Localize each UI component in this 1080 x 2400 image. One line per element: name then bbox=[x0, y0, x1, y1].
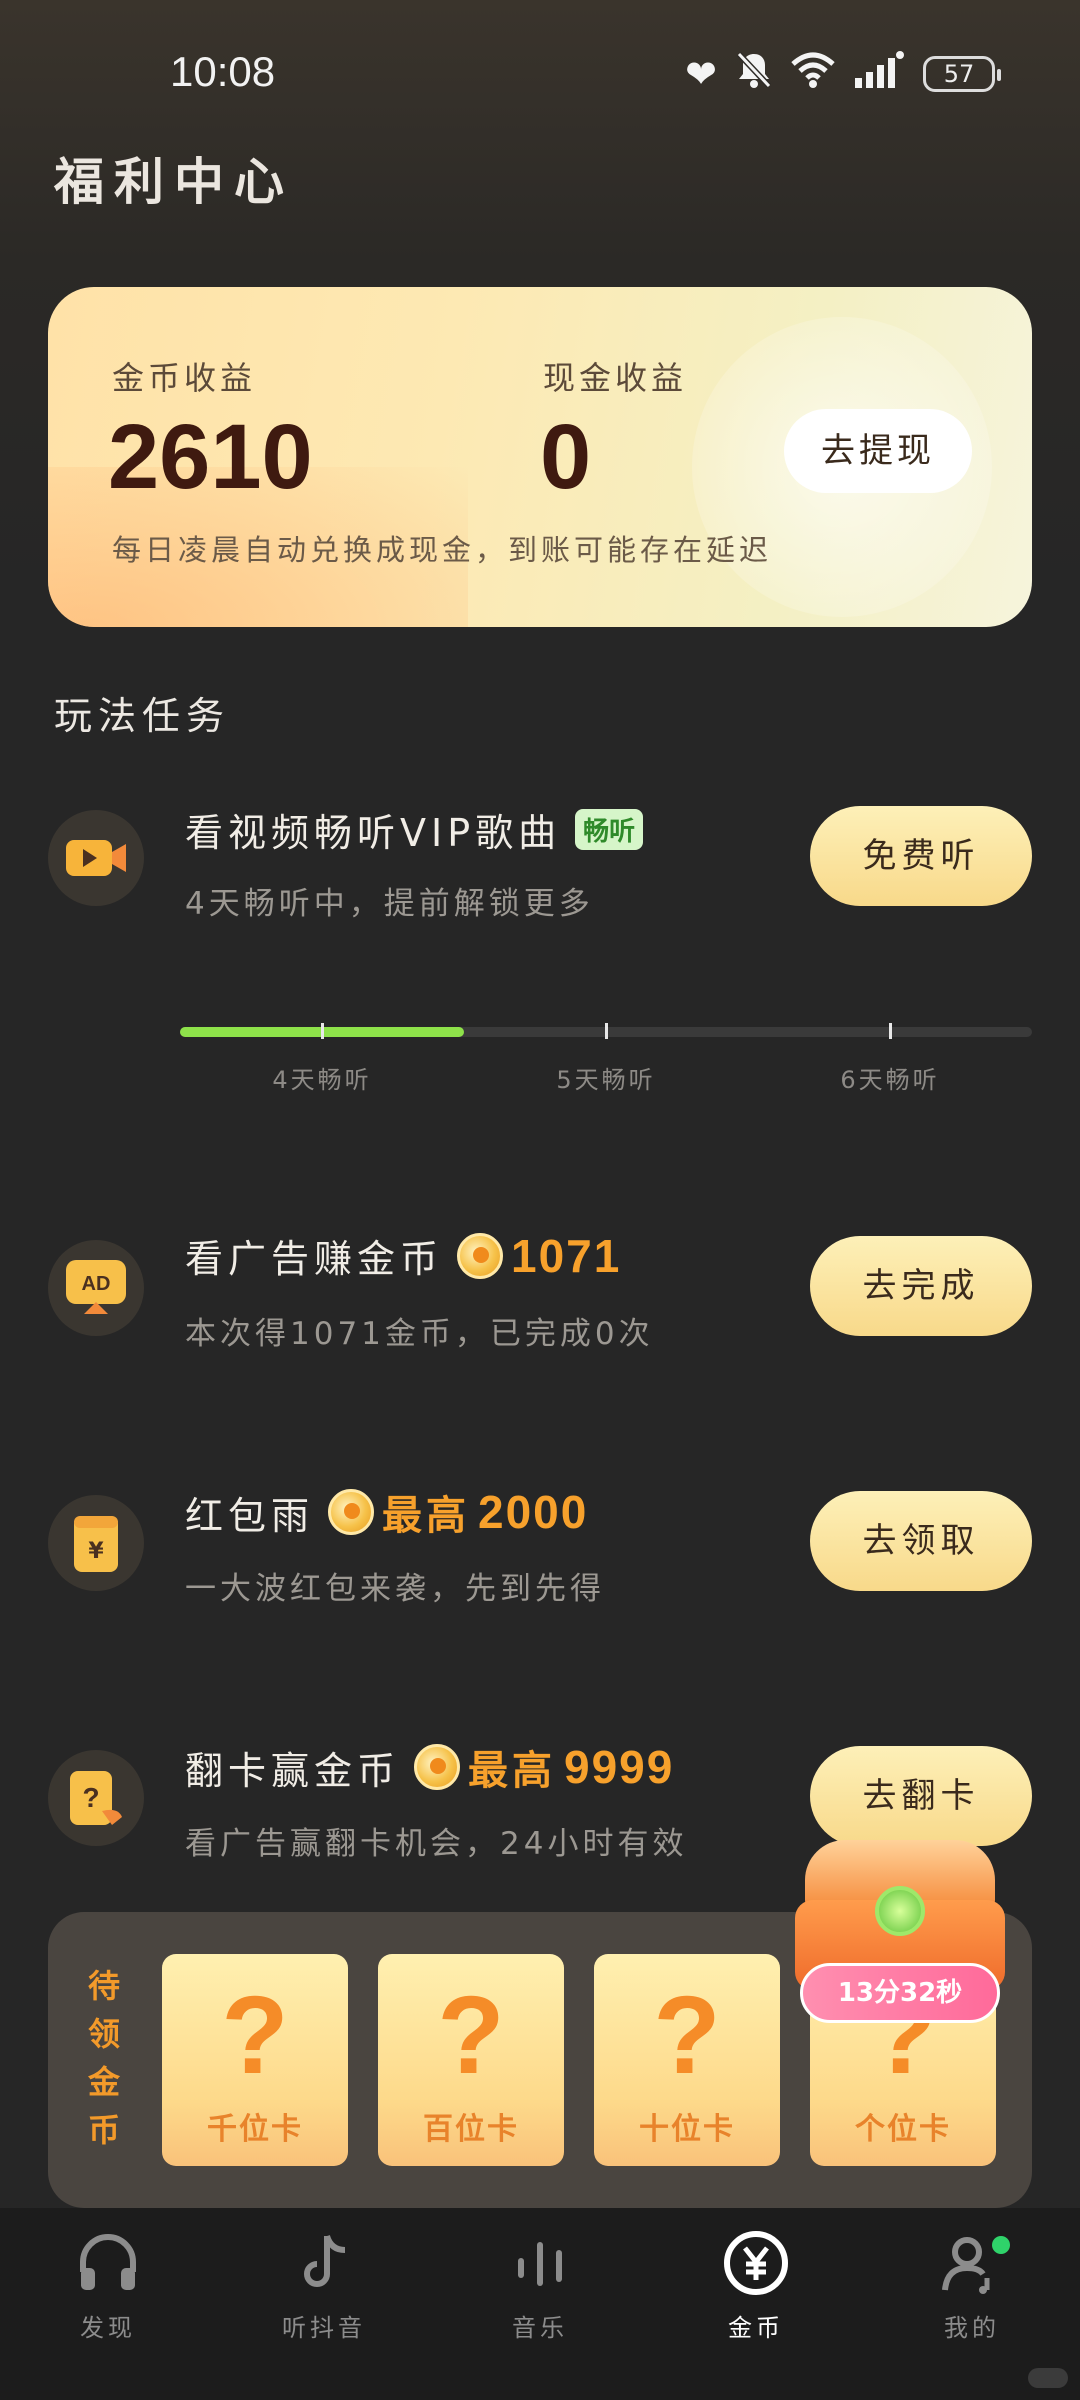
battery-indicator: 57 bbox=[923, 55, 1001, 92]
card-label: 个位卡 bbox=[855, 2112, 951, 2147]
notification-dot bbox=[992, 2236, 1010, 2254]
task-subtitle: 看广告赢翻卡机会，24小时有效 bbox=[185, 1826, 688, 1862]
svg-text:AD: AD bbox=[82, 1273, 111, 1295]
svg-text:?: ? bbox=[82, 1782, 99, 1813]
question-mark-icon: ? bbox=[653, 1974, 721, 2097]
exchange-note: 每日凌晨自动兑换成现金，到账可能存在延迟 bbox=[112, 533, 773, 567]
heart-icon: ❤ bbox=[685, 51, 717, 96]
page-title: 福利中心 bbox=[54, 153, 294, 211]
nav-coins[interactable]: 金币 bbox=[648, 2228, 864, 2343]
coin-earnings-value: 2610 bbox=[108, 406, 313, 508]
task-title: 红包雨 bbox=[185, 1493, 315, 1538]
red-envelope-icon: ¥ bbox=[48, 1495, 144, 1591]
ad-icon: AD bbox=[48, 1240, 144, 1336]
video-play-icon bbox=[48, 810, 144, 906]
nav-discover[interactable]: 发现 bbox=[0, 2228, 216, 2343]
task-subtitle: 一大波红包来袭，先到先得 bbox=[185, 1571, 605, 1607]
pending-coins-label: 待领金币 bbox=[87, 1967, 120, 2149]
card-hundreds[interactable]: ? 百位卡 bbox=[378, 1954, 564, 2166]
listen-progress-bar bbox=[180, 1023, 1032, 1039]
complete-button[interactable]: 去完成 bbox=[810, 1236, 1032, 1336]
task-reward: 1071 bbox=[511, 1229, 622, 1282]
nav-music[interactable]: 音乐 bbox=[432, 2228, 648, 2343]
nav-profile[interactable]: 我的 bbox=[864, 2228, 1080, 2343]
tasks-section-title: 玩法任务 bbox=[54, 694, 231, 738]
progress-label-4: 4天畅听 bbox=[272, 1066, 372, 1094]
question-mark-icon: ? bbox=[221, 1974, 289, 2097]
card-label: 千位卡 bbox=[207, 2112, 303, 2147]
headphones-icon bbox=[80, 2234, 136, 2290]
tiktok-icon bbox=[304, 2235, 346, 2287]
status-time: 10:08 bbox=[170, 48, 276, 95]
question-mark-icon: ? bbox=[437, 1974, 505, 2097]
flip-card-button[interactable]: 去翻卡 bbox=[810, 1746, 1032, 1846]
bell-muted-icon bbox=[735, 50, 773, 97]
chest-countdown-timer: 13分32秒 bbox=[800, 1963, 1000, 2023]
cash-earnings-value: 0 bbox=[540, 406, 592, 508]
earnings-card: 金币收益 现金收益 2610 0 去提现 每日凌晨自动兑换成现金，到账可能存在延… bbox=[48, 287, 1032, 627]
svg-text:¥: ¥ bbox=[88, 1539, 104, 1564]
yuan-coin-icon bbox=[724, 2231, 788, 2295]
claim-button[interactable]: 去领取 bbox=[810, 1491, 1032, 1591]
card-thousands[interactable]: ? 千位卡 bbox=[162, 1954, 348, 2166]
nav-listen-douyin[interactable]: 听抖音 bbox=[216, 2228, 432, 2343]
music-bars-icon bbox=[518, 2242, 562, 2286]
reward-prefix: 最高 bbox=[382, 1493, 471, 1539]
coin-icon bbox=[457, 1232, 504, 1279]
card-tens[interactable]: ? 十位卡 bbox=[594, 1954, 780, 2166]
status-bar: 10:08 ❤ 57 bbox=[0, 40, 1080, 100]
coin-icon bbox=[414, 1744, 461, 1790]
cash-earnings-label: 现金收益 bbox=[543, 359, 688, 397]
status-icons: ❤ 57 bbox=[685, 50, 1001, 97]
welfare-center-page: 10:08 ❤ 57 福利中心 金币收益 现金收益 2610 0 去提现 每日凌… bbox=[0, 0, 1080, 2400]
flip-card-icon: ? bbox=[48, 1750, 144, 1846]
card-label: 十位卡 bbox=[639, 2112, 735, 2147]
vip-tag: 畅听 bbox=[575, 809, 644, 850]
wifi-icon bbox=[791, 52, 835, 95]
signal-icon bbox=[853, 50, 905, 97]
free-listen-button[interactable]: 免费听 bbox=[810, 806, 1032, 906]
withdraw-button[interactable]: 去提现 bbox=[784, 409, 972, 493]
progress-label-6: 6天畅听 bbox=[840, 1066, 940, 1094]
task-reward: 2000 bbox=[478, 1486, 589, 1538]
progress-label-5: 5天畅听 bbox=[556, 1066, 656, 1094]
coin-earnings-label: 金币收益 bbox=[112, 359, 257, 397]
task-title: 翻卡赢金币 bbox=[185, 1748, 401, 1793]
card-label: 百位卡 bbox=[423, 2112, 519, 2147]
reward-prefix: 最高 bbox=[468, 1748, 557, 1794]
task-subtitle: 本次得1071金币，已完成0次 bbox=[185, 1316, 654, 1352]
task-title: 看视频畅听VIP歌曲 bbox=[185, 811, 562, 855]
bottom-nav: 发现 听抖音 音乐 金币 我的 bbox=[0, 2208, 1080, 2400]
task-reward: 9999 bbox=[564, 1741, 675, 1793]
task-subtitle: 4天畅听中，提前解锁更多 bbox=[185, 886, 594, 922]
coin-icon bbox=[328, 1489, 375, 1535]
task-title: 看广告赚金币 bbox=[185, 1237, 444, 1281]
